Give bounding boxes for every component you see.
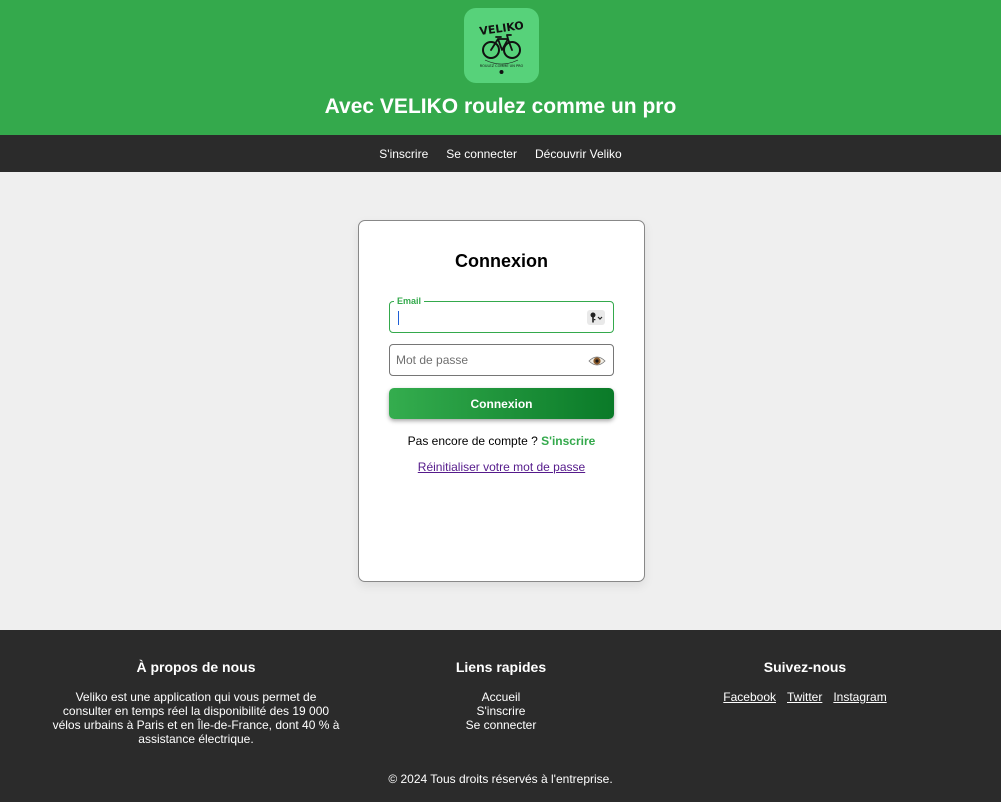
footer-about-text: Veliko est une application qui vous perm… <box>52 690 340 746</box>
email-input[interactable] <box>396 306 581 328</box>
nav-link-signup[interactable]: S'inscrire <box>379 147 428 161</box>
login-title: Connexion <box>455 251 548 271</box>
veliko-logo[interactable]: VELIKO ROULEZ COMME UN PRO <box>464 8 539 83</box>
bicycle-icon: VELIKO ROULEZ COMME UN PRO <box>479 19 525 74</box>
email-field[interactable]: Email <box>389 296 614 333</box>
footer-quick-links: Liens rapides Accueil S'inscrire Se conn… <box>401 658 601 732</box>
email-label: Email <box>394 296 425 306</box>
eye-icon[interactable] <box>588 354 606 368</box>
reset-password-link[interactable]: Réinitialiser votre mot de passe <box>359 460 644 474</box>
instagram-link[interactable]: Instagram <box>833 690 886 704</box>
svg-text:VELIKO: VELIKO <box>479 19 525 38</box>
password-manager-key-icon[interactable] <box>587 310 605 325</box>
svg-text:ROULEZ COMME UN PRO: ROULEZ COMME UN PRO <box>480 64 524 68</box>
footer-link-signup[interactable]: S'inscrire <box>401 704 601 718</box>
login-card: Connexion Email Connexion Pas encore de … <box>358 220 645 582</box>
password-field[interactable] <box>389 344 614 376</box>
signup-link[interactable]: S'inscrire <box>541 434 595 448</box>
nav-link-login[interactable]: Se connecter <box>446 147 517 161</box>
signup-prompt: Pas encore de compte ? S'inscrire <box>359 434 644 448</box>
social-links: Facebook Twitter Instagram <box>655 690 955 704</box>
password-input[interactable] <box>396 349 581 371</box>
footer-link-home[interactable]: Accueil <box>401 690 601 704</box>
twitter-link[interactable]: Twitter <box>787 690 822 704</box>
facebook-link[interactable]: Facebook <box>723 690 776 704</box>
footer-about-title: À propos de nous <box>136 659 256 675</box>
site-footer: À propos de nous Veliko est une applicat… <box>0 630 1001 802</box>
footer-social-title: Suivez-nous <box>763 659 847 675</box>
footer-quick-links-title: Liens rapides <box>455 659 547 675</box>
footer-about: À propos de nous Veliko est une applicat… <box>50 658 342 746</box>
copyright-text: © 2024 Tous droits réservés à l'entrepri… <box>388 772 613 786</box>
footer-link-login[interactable]: Se connecter <box>401 718 601 732</box>
page-headline: Avec VELIKO roulez comme un pro <box>324 95 677 118</box>
site-header: VELIKO ROULEZ COMME UN PRO Avec VELIKO r… <box>0 0 1001 135</box>
text-caret <box>398 311 399 325</box>
login-submit-button[interactable]: Connexion <box>389 388 614 419</box>
nav-link-discover[interactable]: Découvrir Veliko <box>535 147 622 161</box>
no-account-text: Pas encore de compte ? <box>407 434 538 448</box>
footer-social: Suivez-nous Facebook Twitter Instagram <box>655 658 955 704</box>
main-nav: S'inscrire Se connecter Découvrir Veliko <box>0 135 1001 172</box>
